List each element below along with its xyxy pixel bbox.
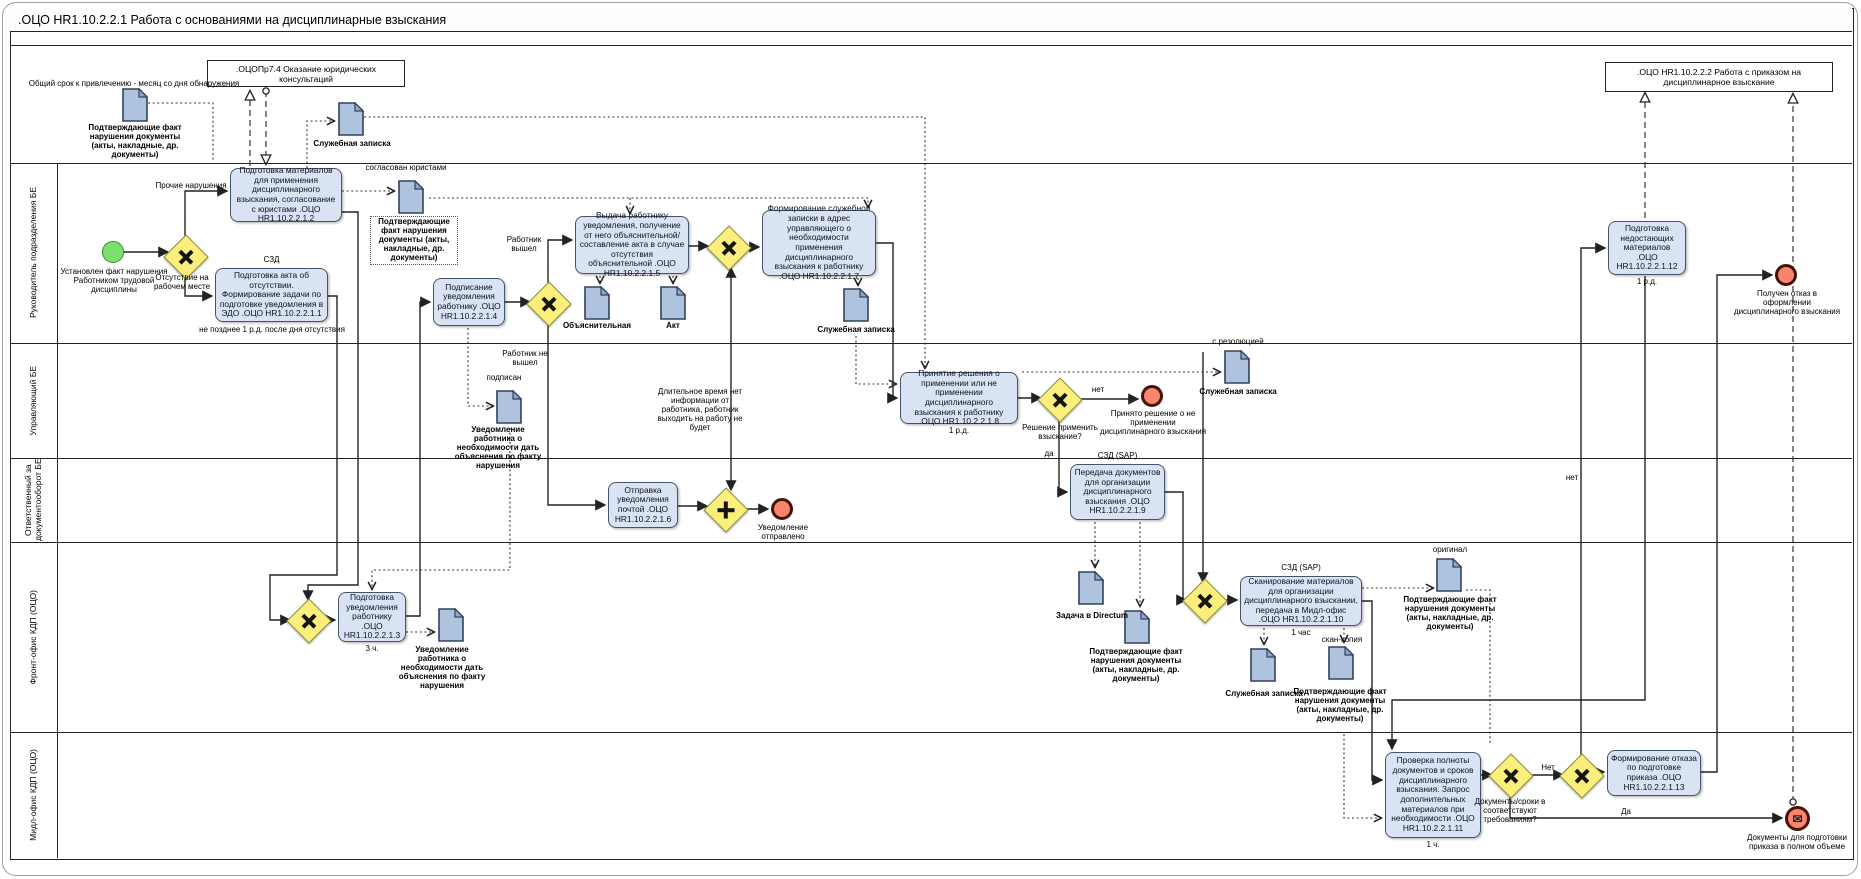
document-label: Подтверждающие факт нарушения документы … <box>1086 648 1186 684</box>
system-label: СЗД <box>215 256 328 265</box>
annotation-long-time: Длительное время нет информации от работ… <box>652 388 748 433</box>
document-label: Подтверждающие факт нарушения документы … <box>80 124 190 160</box>
document-icon[interactable] <box>1224 350 1250 384</box>
envelope-icon: ✉ <box>1792 812 1802 826</box>
end-event-label: Принято решение о не применении дисципли… <box>1098 410 1208 437</box>
task-1-13[interactable]: Формирование отказа по подготовке приказ… <box>1607 750 1701 796</box>
flow-label: да <box>1040 450 1058 459</box>
flow-label: согласован юристами <box>356 164 456 173</box>
document-icon[interactable] <box>1436 558 1462 592</box>
flow-label: оригинал <box>1410 546 1490 555</box>
flow-label: Работник не вышел <box>498 350 552 368</box>
lane-upravlyayushchiy: Управляющий БЕ <box>10 343 57 458</box>
document-icon[interactable] <box>338 102 364 136</box>
flow-label: подписан <box>478 374 530 383</box>
end-event-label: Получен отказ в оформлении дисциплинарно… <box>1732 290 1842 317</box>
collapsed-pool-order-process[interactable]: .ОЦО HR1.10.2.2.2 Работа с приказом на д… <box>1605 62 1833 92</box>
end-event-refusal[interactable] <box>1775 264 1797 286</box>
end-event-label: Уведомление отправлено <box>740 524 826 542</box>
flow-label: Да <box>1616 808 1636 817</box>
document-icon[interactable] <box>398 180 424 214</box>
task-1-4[interactable]: Подписание уведомления работнику .ОЦО HR… <box>433 278 505 326</box>
flow-label: Отсутствие на рабочем месте <box>152 274 212 292</box>
document-label: Подтверждающие факт нарушения документы … <box>370 216 458 265</box>
task-1-11[interactable]: Проверка полноты документов и сроков дис… <box>1385 752 1481 838</box>
bpmn-diagram-canvas: .ОЦО HR1.10.2.2.1 Работа с основаниями н… <box>0 0 1861 879</box>
document-icon[interactable] <box>584 286 610 320</box>
document-icon[interactable] <box>843 288 869 322</box>
document-icon[interactable] <box>660 286 686 320</box>
document-label: Объяснительная <box>548 322 646 331</box>
document-label: Акт <box>636 322 710 331</box>
system-label: СЗД (SAP) <box>1070 452 1165 461</box>
lane-front-office: Фронт-офис КДП (ОЦО) <box>10 542 57 732</box>
flow-label: Работник вышел <box>500 236 548 254</box>
connectors-layer <box>0 0 1861 879</box>
task-1-2[interactable]: Подготовка материалов для применения дис… <box>230 168 342 222</box>
flow-label: нет <box>1086 386 1110 395</box>
lane-ruководитель: Руководитель подразделения БЕ <box>10 163 57 343</box>
lane-otvetstvennyy: Ответственный за документооборот БЕ <box>10 458 57 542</box>
document-icon[interactable] <box>1078 571 1104 605</box>
start-event[interactable] <box>102 241 124 263</box>
end-event-label: Документы для подготовки приказа в полно… <box>1738 834 1856 852</box>
task-1-7[interactable]: Формирование служебной записки в адрес у… <box>762 210 876 276</box>
gateway-label: Документы/сроки в соответствуют требован… <box>1462 798 1558 825</box>
document-label: Уведомление работника о необходимости да… <box>396 646 488 691</box>
task-1-12[interactable]: Подготовка недостающих материалов .ОЦО H… <box>1608 221 1686 275</box>
end-event-sent[interactable] <box>771 498 793 520</box>
process-title: .ОЦО HR1.10.2.2.1 Работа с основаниями н… <box>10 8 1852 32</box>
message-end-event[interactable]: ✉ <box>1785 806 1810 831</box>
task-note: 1 р.д. <box>900 427 1018 436</box>
task-note: 1 р.д. <box>1608 278 1686 287</box>
task-1-1[interactable]: Подготовка акта об отсутствии. Формирова… <box>215 268 328 322</box>
flow-label: нет <box>1560 474 1584 483</box>
lane-middle-office: Мидл-офис КДП (ОЦО) <box>10 732 57 858</box>
flow-label: с резолюцией <box>1196 338 1280 347</box>
document-label: Задача в Directum <box>1040 612 1144 621</box>
document-label: Служебная записка <box>300 140 404 149</box>
task-note: не позднее 1 р.д. после дня отсутствия <box>196 326 348 335</box>
flow-label: Прочие нарушения <box>146 182 236 191</box>
task-1-5[interactable]: Выдача работнику уведомления, получение … <box>575 216 689 274</box>
document-label: Уведомление работника о необходимости да… <box>452 426 544 471</box>
task-1-10[interactable]: Сканирование материалов для организации … <box>1240 576 1362 626</box>
document-label: Подтверждающие факт нарушения документы … <box>1288 688 1392 724</box>
document-label: Служебная записка <box>806 326 906 335</box>
task-note: 1 ч. <box>1385 841 1481 850</box>
document-icon[interactable] <box>1250 648 1276 682</box>
document-icon[interactable] <box>1328 646 1354 680</box>
task-1-8[interactable]: Принятие решения о применении или не при… <box>900 372 1018 424</box>
gateway-label: Решение применить взыскание? <box>1008 424 1112 442</box>
document-label: Служебная записка <box>1186 388 1290 397</box>
document-icon[interactable] <box>496 390 522 424</box>
annotation-term: Общий срок к привлечению - месяц со дня … <box>18 80 250 89</box>
document-icon[interactable] <box>438 608 464 642</box>
document-icon[interactable] <box>122 88 148 122</box>
flow-label: Нет <box>1536 764 1560 773</box>
end-event-no-penalty[interactable] <box>1141 385 1163 407</box>
flow-label: скан-копия <box>1300 636 1384 645</box>
document-label: Подтверждающие факт нарушения документы … <box>1400 596 1500 632</box>
system-label: СЗД (SAP) <box>1240 564 1362 573</box>
task-1-9[interactable]: Передача документов для организации дисц… <box>1070 464 1165 520</box>
task-1-3[interactable]: Подготовка уведомления работнику .ОЦО HR… <box>338 592 406 642</box>
task-1-6[interactable]: Отправка уведомления почтой .ОЦО HR1.10.… <box>608 482 678 528</box>
